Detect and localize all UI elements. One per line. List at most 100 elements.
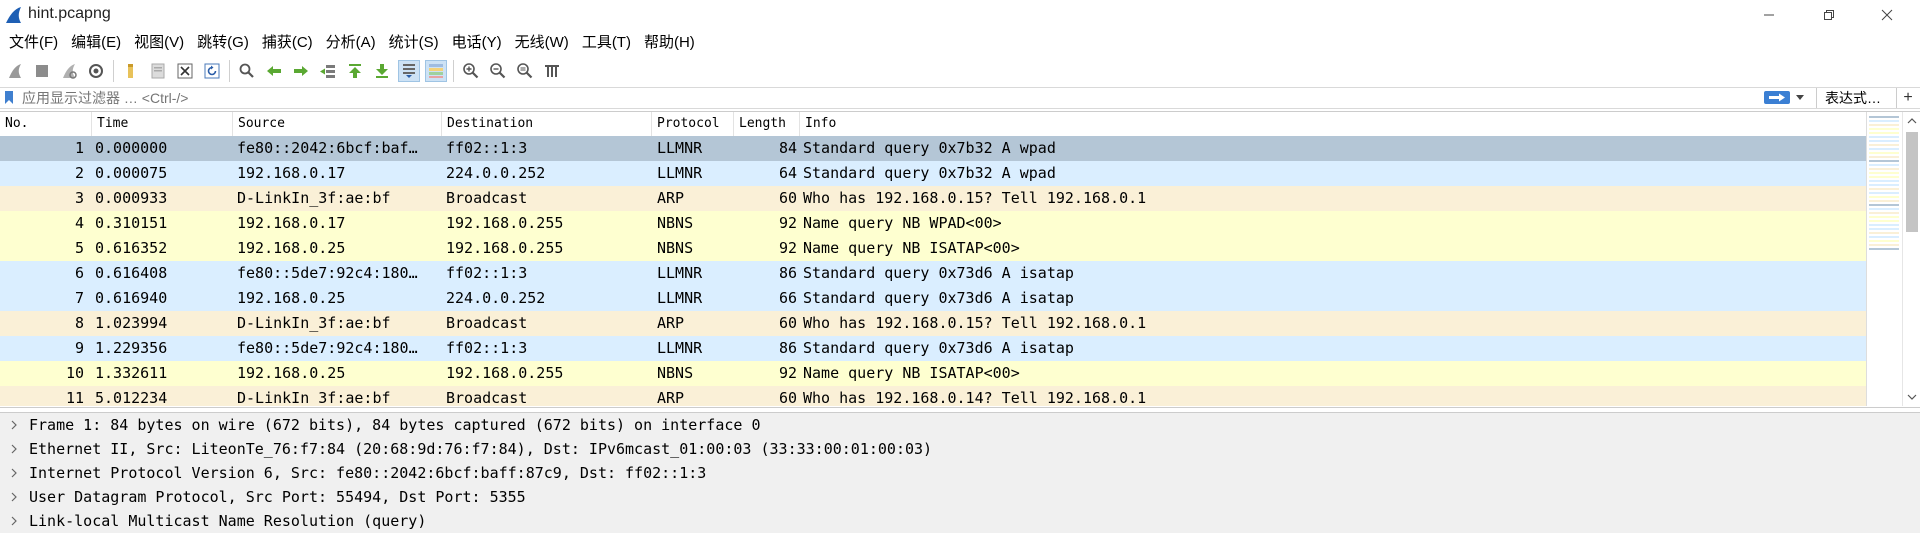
table-row[interactable]: 9 1.229356 fe80::5de7:92c4:180… ff02::1:3 LL… [0, 336, 1866, 361]
capture-options-button[interactable] [85, 60, 107, 82]
table-row[interactable]: 1 0.000000 fe80::2042:6bcf:baf… ff02::1:3 LL… [0, 136, 1866, 161]
table-row[interactable]: 11 5.012234 D-LinkIn_3f:ae:bf Broadcast ARP 6… [0, 386, 1866, 406]
resize-columns-button[interactable] [541, 60, 563, 82]
packet-info: Name query NB ISATAP<00> [803, 239, 1020, 257]
column-header-source[interactable]: Source [233, 112, 442, 136]
menu-help[interactable]: 帮助(H) [638, 31, 702, 55]
scroll-down-button[interactable] [1903, 388, 1920, 406]
packet-info: Standard query 0x7b32 A wpad [803, 139, 1056, 157]
zoom-out-button[interactable] [487, 60, 509, 82]
packet-list-scrollbar[interactable] [1902, 112, 1920, 406]
menu-view[interactable]: 视图(V) [128, 31, 191, 55]
menu-telephony[interactable]: 电话(Y) [446, 31, 509, 55]
detail-row-ethernet[interactable]: Ethernet II, Src: LiteonTe_76:f7:84 (20:… [0, 437, 1920, 461]
detail-row-llmnr[interactable]: Link-local Multicast Name Resolution (qu… [0, 509, 1920, 533]
column-header-time[interactable]: Time [92, 112, 233, 136]
open-file-icon [128, 64, 133, 78]
menu-statistics[interactable]: 统计(S) [383, 31, 446, 55]
expression-button[interactable]: 表达式… [1816, 88, 1881, 108]
detail-row-text: Internet Protocol Version 6, Src: fe80::… [29, 464, 707, 482]
autoscroll-button[interactable] [398, 60, 420, 82]
packet-minimap[interactable] [1866, 112, 1903, 406]
packet-length: 64 [778, 164, 797, 182]
packet-length: 92 [778, 214, 797, 232]
close-file-icon [177, 63, 193, 79]
restore-button[interactable] [1800, 0, 1858, 30]
go-forward-button[interactable] [290, 60, 312, 82]
packet-number: 3 [74, 189, 84, 207]
table-row[interactable]: 7 0.616940 192.168.0.25 224.0.0.252 LLMNR 66 S… [0, 286, 1866, 311]
normal-size-button[interactable] [514, 60, 536, 82]
packet-length: 86 [778, 264, 797, 282]
packet-length: 86 [778, 339, 797, 357]
expand-arrow-icon[interactable] [7, 461, 21, 485]
open-file-button[interactable] [120, 60, 142, 82]
zoom-in-icon [463, 63, 479, 79]
expand-arrow-icon[interactable] [7, 437, 21, 461]
menu-go[interactable]: 跳转(G) [191, 31, 256, 55]
zoom-in-button[interactable] [460, 60, 482, 82]
detail-row-frame[interactable]: Frame 1: 84 bytes on wire (672 bits), 84… [0, 413, 1920, 437]
apply-filter-button[interactable] [1764, 91, 1790, 104]
minimap-stripe [1869, 216, 1899, 218]
add-filter-button[interactable]: + [1896, 88, 1919, 108]
detail-row-udp[interactable]: User Datagram Protocol, Src Port: 55494,… [0, 485, 1920, 509]
go-back-button[interactable] [263, 60, 285, 82]
expand-arrow-icon[interactable] [7, 509, 21, 533]
packet-destination: 224.0.0.252 [446, 289, 546, 307]
packet-destination: Broadcast [446, 314, 528, 332]
packet-time: 0.000933 [95, 189, 168, 207]
minimap-stripe [1869, 204, 1899, 206]
start-capture-button[interactable] [4, 60, 26, 82]
menu-wireless[interactable]: 无线(W) [509, 31, 576, 55]
table-row[interactable]: 5 0.616352 192.168.0.25 192.168.0.255 NBNS 92… [0, 236, 1866, 261]
detail-row-ipv6[interactable]: Internet Protocol Version 6, Src: fe80::… [0, 461, 1920, 485]
last-packet-button[interactable] [371, 60, 393, 82]
scroll-thumb[interactable] [1906, 132, 1918, 232]
close-file-button[interactable] [174, 60, 196, 82]
display-filter-bar: 表达式… + [0, 87, 1920, 109]
packet-length: 92 [778, 239, 797, 257]
colorize-button[interactable] [425, 60, 447, 82]
column-header-destination[interactable]: Destination [442, 112, 652, 136]
table-row[interactable]: 3 0.000933 D-LinkIn_3f:ae:bf Broadcast ARP 60… [0, 186, 1866, 211]
first-packet-button[interactable] [344, 60, 366, 82]
table-row[interactable]: 2 0.000075 192.168.0.17 224.0.0.252 LLMNR 64 S… [0, 161, 1866, 186]
table-row[interactable]: 8 1.023994 D-LinkIn_3f:ae:bf Broadcast ARP 60… [0, 311, 1866, 336]
packet-protocol: LLMNR [657, 139, 703, 157]
close-window-button[interactable] [1858, 0, 1916, 30]
menu-edit[interactable]: 编辑(E) [65, 31, 128, 55]
column-header-length[interactable]: Length [734, 112, 800, 136]
save-file-button[interactable] [147, 60, 169, 82]
go-to-packet-button[interactable] [317, 60, 339, 82]
minimize-button[interactable] [1740, 0, 1798, 30]
column-header-no[interactable]: No. [0, 112, 92, 136]
table-row[interactable]: 6 0.616408 fe80::5de7:92c4:180… ff02::1:3 LL… [0, 261, 1866, 286]
column-header-info[interactable]: Info [800, 112, 1866, 136]
filter-bookmark-icon[interactable] [4, 90, 14, 105]
filter-history-dropdown[interactable] [1794, 91, 1806, 104]
autoscroll-icon [403, 64, 415, 78]
expand-arrow-icon[interactable] [7, 413, 21, 437]
minimap-stripe [1869, 152, 1899, 154]
stop-capture-button[interactable] [31, 60, 53, 82]
column-header-protocol[interactable]: Protocol [652, 112, 734, 136]
find-packet-button[interactable] [236, 60, 258, 82]
display-filter-input[interactable] [22, 88, 1722, 108]
packet-number: 5 [74, 239, 84, 257]
menu-analyze[interactable]: 分析(A) [320, 31, 383, 55]
menu-capture[interactable]: 捕获(C) [256, 31, 320, 55]
packet-number: 7 [74, 289, 84, 307]
packet-number: 2 [74, 164, 84, 182]
table-row[interactable]: 10 1.332611 192.168.0.25 192.168.0.255 NBNS 9… [0, 361, 1866, 386]
expand-arrow-icon[interactable] [7, 485, 21, 509]
packet-details-pane: Frame 1: 84 bytes on wire (672 bits), 84… [0, 412, 1920, 559]
menu-tools[interactable]: 工具(T) [576, 31, 638, 55]
scroll-up-button[interactable] [1903, 112, 1920, 130]
menu-file[interactable]: 文件(F) [3, 31, 65, 55]
minimap-stripe [1869, 236, 1899, 238]
packet-protocol: LLMNR [657, 264, 703, 282]
restart-capture-button[interactable] [58, 60, 80, 82]
table-row[interactable]: 4 0.310151 192.168.0.17 192.168.0.255 NBNS 92… [0, 211, 1866, 236]
reload-file-button[interactable] [201, 60, 223, 82]
